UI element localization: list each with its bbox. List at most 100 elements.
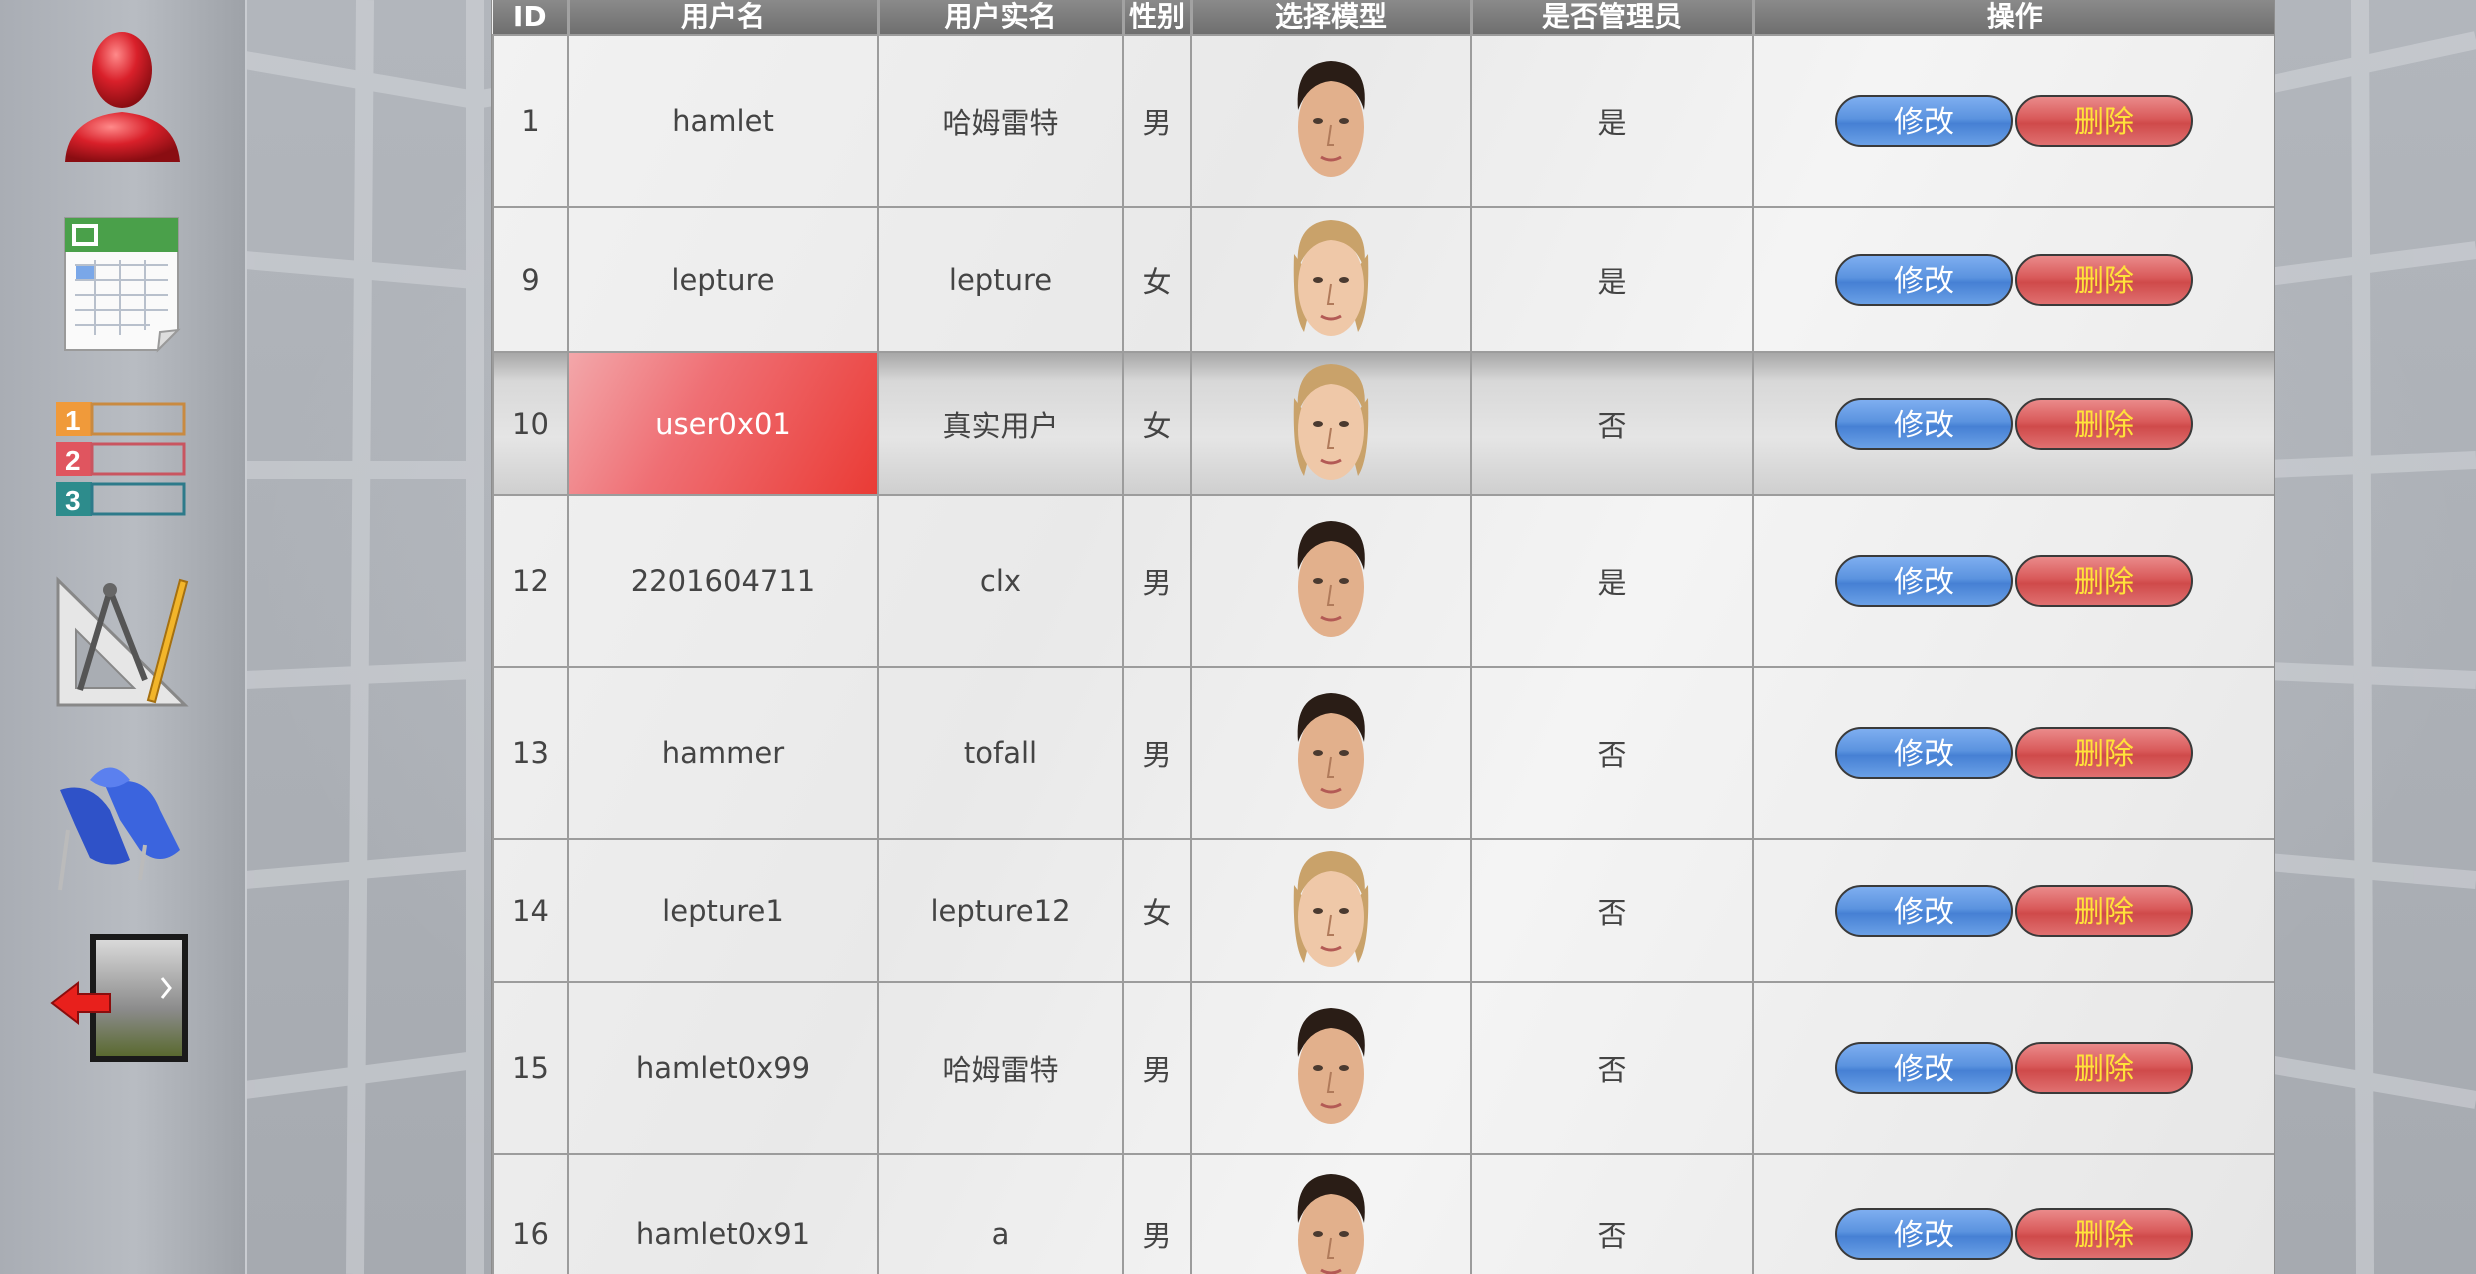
cell-actions: 修改 删除 — [1752, 494, 2274, 668]
delete-button[interactable]: 删除 — [2015, 95, 2193, 147]
cell-username: hamlet — [567, 34, 879, 208]
cell-realname: 哈姆雷特 — [877, 981, 1124, 1155]
cell-admin: 是 — [1470, 494, 1754, 668]
cell-actions: 修改 删除 — [1752, 838, 2274, 983]
delete-button[interactable]: 删除 — [2015, 727, 2193, 779]
edit-button[interactable]: 修改 — [1835, 727, 2013, 779]
table-row[interactable]: 12 2201604711 clx 男 是 修改 删除 — [492, 494, 2274, 668]
male-model-face-icon — [1297, 693, 1365, 809]
edit-button[interactable]: 修改 — [1835, 884, 2013, 937]
cell-username: 2201604711 — [567, 494, 879, 668]
cell-id: 10 — [492, 351, 569, 496]
female-model-face-icon — [1293, 363, 1369, 480]
cell-admin: 否 — [1470, 838, 1754, 983]
user-table: ID 用户名 用户实名 性别 选择模型 是否管理员 操作 1 hamlet 哈姆… — [492, 0, 2274, 1274]
cell-admin: 否 — [1470, 1153, 1754, 1274]
cell-gender: 女 — [1122, 206, 1192, 353]
header-username[interactable]: 用户名 — [568, 0, 880, 35]
cell-realname: clx — [877, 494, 1124, 668]
delete-button[interactable]: 删除 — [2015, 884, 2193, 937]
cell-gender: 男 — [1122, 34, 1192, 208]
cell-model — [1190, 494, 1472, 668]
cell-model — [1190, 351, 1472, 496]
female-model-face-icon — [1293, 219, 1369, 336]
cell-actions: 修改 删除 — [1752, 666, 2274, 840]
cell-realname: lepture — [877, 206, 1124, 353]
table-row[interactable]: 1 hamlet 哈姆雷特 男 是 修改 删除 — [492, 34, 2274, 208]
cell-realname: tofall — [877, 666, 1124, 840]
edit-button[interactable]: 修改 — [1835, 253, 2013, 306]
cell-admin: 是 — [1470, 34, 1754, 208]
male-model-face-icon — [1297, 521, 1365, 637]
sidebar: 1 2 3 — [0, 0, 247, 1274]
header-id[interactable]: ID — [493, 0, 570, 35]
spreadsheet-icon — [64, 217, 181, 353]
cell-id: 9 — [492, 206, 569, 353]
numbered-list-icon: 1 2 3 — [56, 402, 186, 516]
cell-id: 14 — [492, 838, 569, 983]
cell-admin: 否 — [1470, 666, 1754, 840]
cell-actions: 修改 删除 — [1752, 1153, 2274, 1274]
cell-model — [1190, 981, 1472, 1155]
edit-button[interactable]: 修改 — [1835, 1208, 2013, 1260]
sidebar-item-shoes[interactable] — [50, 750, 195, 895]
cell-admin: 否 — [1470, 981, 1754, 1155]
drafting-tools-icon — [56, 576, 189, 707]
table-row[interactable]: 16 hamlet0x91 a 男 否 修改 删除 — [492, 1153, 2274, 1274]
cell-gender: 男 — [1122, 494, 1192, 668]
header-admin[interactable]: 是否管理员 — [1471, 0, 1755, 35]
cell-actions: 修改 删除 — [1752, 34, 2274, 208]
cell-id: 12 — [492, 494, 569, 668]
cell-gender: 女 — [1122, 351, 1192, 496]
sidebar-item-logout[interactable] — [50, 928, 195, 1073]
cell-admin: 是 — [1470, 206, 1754, 353]
cell-model — [1190, 206, 1472, 353]
delete-button[interactable]: 删除 — [2015, 397, 2193, 450]
edit-button[interactable]: 修改 — [1835, 1042, 2013, 1094]
svg-text:2: 2 — [65, 445, 81, 476]
cell-model — [1190, 838, 1472, 983]
table-row[interactable]: 15 hamlet0x99 哈姆雷特 男 否 修改 删除 — [492, 981, 2274, 1155]
cell-realname: a — [877, 1153, 1124, 1274]
cell-username: hammer — [567, 666, 879, 840]
header-gender[interactable]: 性别 — [1123, 0, 1193, 35]
table-header: ID 用户名 用户实名 性别 选择模型 是否管理员 操作 — [493, 0, 2274, 35]
cell-gender: 男 — [1122, 981, 1192, 1155]
male-model-face-icon — [1297, 61, 1365, 177]
user-table-panel: ID 用户名 用户实名 性别 选择模型 是否管理员 操作 1 hamlet 哈姆… — [492, 0, 2274, 1274]
cell-actions: 修改 删除 — [1752, 981, 2274, 1155]
sidebar-item-spreadsheet[interactable] — [50, 210, 195, 355]
cell-gender: 男 — [1122, 666, 1192, 840]
cell-username: hamlet0x91 — [567, 1153, 879, 1274]
cell-username: lepture1 — [567, 838, 879, 983]
cell-model — [1190, 1153, 1472, 1274]
cell-username: hamlet0x99 — [567, 981, 879, 1155]
table-row[interactable]: 13 hammer tofall 男 否 修改 删除 — [492, 666, 2274, 840]
user-icon — [65, 32, 180, 162]
header-model[interactable]: 选择模型 — [1191, 0, 1473, 35]
cell-id: 13 — [492, 666, 569, 840]
edit-button[interactable]: 修改 — [1835, 555, 2013, 607]
table-row[interactable]: 10 user0x01 真实用户 女 否 修改 删除 — [492, 351, 2274, 496]
delete-button[interactable]: 删除 — [2015, 1042, 2193, 1094]
edit-button[interactable]: 修改 — [1835, 397, 2013, 450]
cell-realname: 真实用户 — [877, 351, 1124, 496]
sidebar-item-user[interactable] — [50, 22, 195, 167]
delete-button[interactable]: 删除 — [2015, 555, 2193, 607]
sidebar-item-numbered-list[interactable]: 1 2 3 — [50, 390, 195, 535]
svg-text:1: 1 — [65, 405, 81, 436]
table-row[interactable]: 14 lepture1 lepture12 女 否 修改 删除 — [492, 838, 2274, 983]
delete-button[interactable]: 删除 — [2015, 1208, 2193, 1260]
edit-button[interactable]: 修改 — [1835, 95, 2013, 147]
male-model-face-icon — [1297, 1174, 1365, 1274]
delete-button[interactable]: 删除 — [2015, 253, 2193, 306]
cell-id: 15 — [492, 981, 569, 1155]
header-realname[interactable]: 用户实名 — [878, 0, 1125, 35]
sidebar-item-drafting[interactable] — [50, 570, 195, 715]
female-model-face-icon — [1293, 850, 1369, 967]
cell-model — [1190, 666, 1472, 840]
cell-realname: lepture12 — [877, 838, 1124, 983]
header-actions: 操作 — [1753, 0, 2274, 35]
table-row[interactable]: 9 lepture lepture 女 是 修改 删除 — [492, 206, 2274, 353]
cell-actions: 修改 删除 — [1752, 351, 2274, 496]
